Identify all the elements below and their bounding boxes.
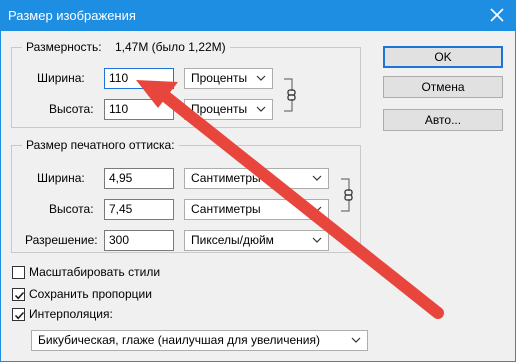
resample-method-value: Бикубическая, глаже (наилучшая для увели… <box>38 333 320 347</box>
chevron-down-icon <box>312 175 322 181</box>
resample-method-select[interactable]: Бикубическая, глаже (наилучшая для увели… <box>31 330 368 351</box>
pixel-size-text: 1,47M (было 1,22M) <box>114 40 226 54</box>
pixel-width-label: Ширина: <box>37 71 85 85</box>
resolution-input[interactable]: 300 <box>104 230 174 251</box>
constrain-proportions-checkbox[interactable] <box>12 288 25 301</box>
print-width-unit-select[interactable]: Сантиметры <box>184 168 329 189</box>
print-height-unit-value: Сантиметры <box>191 202 261 216</box>
chevron-down-icon <box>312 206 322 212</box>
cancel-button[interactable]: Отмена <box>383 76 503 98</box>
print-link-icon <box>341 178 353 212</box>
chevron-down-icon <box>312 237 322 243</box>
print-width-input[interactable]: 4,95 <box>104 168 174 189</box>
pixel-height-unit-value: Проценты <box>191 102 248 116</box>
close-icon[interactable] <box>488 6 506 24</box>
checkmark-icon <box>14 311 25 320</box>
pixel-height-input[interactable]: 110 <box>104 99 174 120</box>
chevron-down-icon <box>256 75 266 81</box>
print-height-label: Высота: <box>49 202 94 216</box>
resample-label[interactable]: Интерполяция: <box>29 307 113 321</box>
print-width-unit-value: Сантиметры <box>191 171 261 185</box>
print-height-input[interactable]: 7,45 <box>104 199 174 220</box>
pixel-dimensions-title: Размерность: 1,47M (было 1,22M) <box>22 40 230 54</box>
resolution-label: Разрешение: <box>25 233 98 247</box>
scale-styles-checkbox[interactable] <box>12 266 25 279</box>
resolution-unit-value: Пикселы/дюйм <box>191 233 274 247</box>
title-bar: Размер изображения <box>0 0 516 31</box>
print-width-label: Ширина: <box>37 171 85 185</box>
checkmark-icon <box>14 291 25 300</box>
resolution-unit-select[interactable]: Пикселы/дюйм <box>184 230 329 251</box>
chevron-down-icon <box>256 106 266 112</box>
print-height-unit-select[interactable]: Сантиметры <box>184 199 329 220</box>
pixel-height-unit-select[interactable]: Проценты <box>184 99 273 120</box>
pixel-link-icon <box>284 78 296 112</box>
auto-button[interactable]: Авто... <box>383 109 503 131</box>
pixel-width-input[interactable]: 110 <box>104 68 174 89</box>
pixel-width-unit-select[interactable]: Проценты <box>184 68 273 89</box>
pixel-height-label: Высота: <box>49 102 94 116</box>
pixel-dimensions-label: Размерность: <box>26 40 102 54</box>
ok-button[interactable]: OK <box>383 46 503 68</box>
scale-styles-label[interactable]: Масштабировать стили <box>29 265 160 279</box>
constrain-proportions-label[interactable]: Сохранить пропорции <box>29 287 152 301</box>
pixel-width-unit-value: Проценты <box>191 71 248 85</box>
dialog-body: Размерность: 1,47M (было 1,22M) Ширина: … <box>1 31 515 361</box>
chevron-down-icon <box>351 337 361 343</box>
dialog-title: Размер изображения <box>8 8 136 23</box>
dialog-window: Размер изображения Размерность: 1,47M (б… <box>0 0 516 362</box>
print-size-title: Размер печатного оттиска: <box>22 138 179 152</box>
resample-checkbox[interactable] <box>12 308 25 321</box>
